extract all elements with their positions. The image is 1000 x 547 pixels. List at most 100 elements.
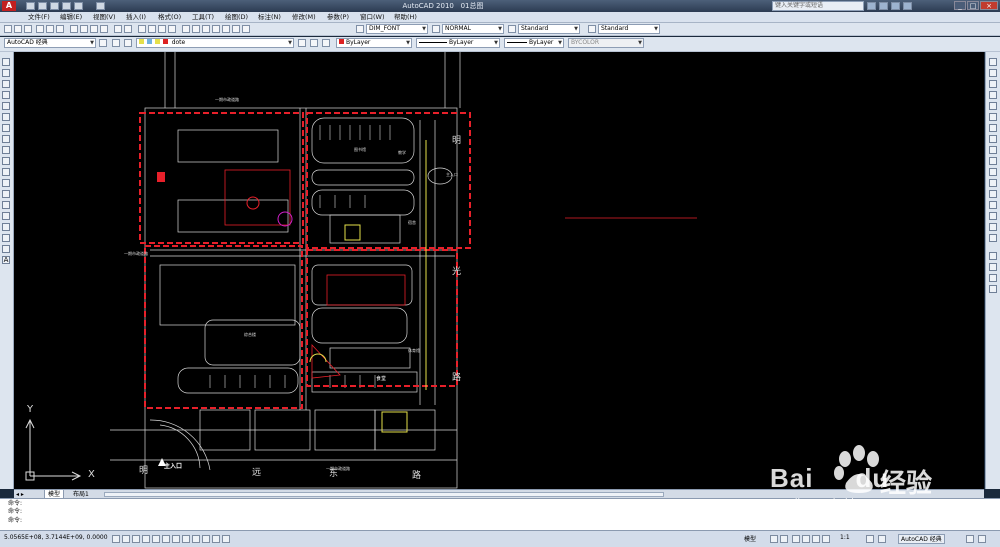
quick-view-drawings-button[interactable] <box>780 535 788 543</box>
menu-format[interactable]: 格式(O) <box>158 12 181 22</box>
autocad-logo-icon[interactable]: A <box>2 1 16 11</box>
text-style-select[interactable]: DIM_FONT ▼ <box>366 24 428 34</box>
region-icon[interactable] <box>2 234 10 242</box>
infer-constraints-button[interactable] <box>112 535 120 543</box>
dynamic-ucs-button[interactable] <box>182 535 190 543</box>
dim-style-icon[interactable] <box>432 25 440 33</box>
multiline-text-icon[interactable]: A <box>2 256 10 264</box>
polygon-icon[interactable] <box>2 91 10 99</box>
favorites-star-icon[interactable] <box>891 2 900 10</box>
save-icon[interactable] <box>50 2 59 10</box>
circle-icon[interactable] <box>2 124 10 132</box>
object-snap-button[interactable] <box>162 535 170 543</box>
close-button[interactable]: × <box>980 1 998 10</box>
tool-palettes-icon[interactable] <box>202 25 210 33</box>
properties-icon[interactable] <box>182 25 190 33</box>
revision-cloud-icon[interactable] <box>2 135 10 143</box>
move-icon[interactable] <box>989 113 997 121</box>
menu-help[interactable]: 帮助(H) <box>394 12 417 22</box>
auto-scale-button[interactable] <box>878 535 886 543</box>
selection-cycling-button[interactable] <box>222 535 230 543</box>
layer-properties-icon[interactable] <box>112 39 120 47</box>
design-center-icon[interactable] <box>192 25 200 33</box>
fillet-icon[interactable] <box>989 223 997 231</box>
snap-mode-button[interactable] <box>122 535 130 543</box>
quick-properties-button[interactable] <box>212 535 220 543</box>
menu-edit[interactable]: 编辑(E) <box>60 12 82 22</box>
annotation-visibility-button[interactable] <box>866 535 874 543</box>
menu-view[interactable]: 视图(V) <box>93 12 116 22</box>
spline-icon[interactable] <box>2 146 10 154</box>
layer-off-icon[interactable] <box>989 274 997 282</box>
workspace-switching-button[interactable]: AutoCAD 经典 <box>898 534 945 544</box>
ortho-mode-button[interactable] <box>142 535 150 543</box>
insert-block-icon[interactable] <box>2 179 10 187</box>
redo-icon[interactable] <box>124 25 132 33</box>
array-icon[interactable] <box>989 102 997 110</box>
scale-icon[interactable] <box>989 135 997 143</box>
command-prompt[interactable]: 命令: <box>8 517 22 525</box>
hatch-icon[interactable] <box>2 212 10 220</box>
offset-icon[interactable] <box>989 91 997 99</box>
save-icon[interactable] <box>24 25 32 33</box>
make-object-layer-current-icon[interactable] <box>298 39 306 47</box>
maximize-button[interactable]: □ <box>967 1 979 10</box>
text-style-icon[interactable] <box>356 25 364 33</box>
menu-file[interactable]: 文件(F) <box>28 12 50 22</box>
menu-insert[interactable]: 插入(I) <box>126 12 146 22</box>
lineweight-select[interactable]: ByLayer ▼ <box>504 38 564 48</box>
annotation-scale[interactable]: 1:1 <box>840 534 850 541</box>
ellipse-arc-icon[interactable] <box>2 168 10 176</box>
break-at-point-icon[interactable] <box>989 179 997 187</box>
paste-icon[interactable] <box>90 25 98 33</box>
line-icon[interactable] <box>2 58 10 66</box>
zoom-previous-icon[interactable] <box>168 25 176 33</box>
multileader-style-select[interactable]: Standard ▼ <box>598 24 660 34</box>
help-search-input[interactable]: 键入关键字或短语 <box>772 1 864 11</box>
lock-ui-button[interactable] <box>966 535 974 543</box>
extend-icon[interactable] <box>989 168 997 176</box>
showmotion-button[interactable] <box>822 535 830 543</box>
layer-states-icon[interactable] <box>322 39 330 47</box>
plot-icon[interactable] <box>36 25 44 33</box>
table-style-icon[interactable] <box>508 25 516 33</box>
make-block-icon[interactable] <box>2 190 10 198</box>
layer-freeze-icon[interactable] <box>989 285 997 293</box>
layer-tool-icon[interactable] <box>989 252 997 260</box>
explode-icon[interactable] <box>989 234 997 242</box>
open-file-icon[interactable] <box>38 2 47 10</box>
plot-preview-icon[interactable] <box>46 25 54 33</box>
drawing-canvas[interactable]: 一期市政道路 一期市政道路 主入口 主入口 一期市政道路 明 远 东 路 明 光… <box>14 52 984 489</box>
cut-icon[interactable] <box>70 25 78 33</box>
dim-style-select[interactable]: NORMAL ▼ <box>442 24 504 34</box>
redo-icon[interactable] <box>74 2 83 10</box>
rotate-icon[interactable] <box>989 124 997 132</box>
zoom-button[interactable] <box>802 535 810 543</box>
polyline-icon[interactable] <box>2 80 10 88</box>
help-icon[interactable] <box>903 2 912 10</box>
linetype-select[interactable]: ByLayer ▼ <box>416 38 500 48</box>
publish-icon[interactable] <box>56 25 64 33</box>
gradient-icon[interactable] <box>2 223 10 231</box>
steering-wheel-button[interactable] <box>812 535 820 543</box>
color-select[interactable]: ByLayer ▼ <box>336 38 412 48</box>
open-icon[interactable] <box>14 25 22 33</box>
construction-line-icon[interactable] <box>2 69 10 77</box>
pan-icon[interactable] <box>138 25 146 33</box>
stretch-icon[interactable] <box>989 146 997 154</box>
ellipse-icon[interactable] <box>2 157 10 165</box>
chamfer-icon[interactable] <box>989 212 997 220</box>
erase-icon[interactable] <box>989 58 997 66</box>
markup-icon[interactable] <box>222 25 230 33</box>
lightbulb-icon[interactable] <box>124 39 132 47</box>
table-icon[interactable] <box>2 245 10 253</box>
copy-icon[interactable] <box>80 25 88 33</box>
lineweight-button[interactable] <box>202 535 210 543</box>
plot-style-select[interactable]: BYCOLOR ▼ <box>568 38 644 48</box>
arc-icon[interactable] <box>2 113 10 121</box>
layer-iso-icon[interactable] <box>989 263 997 271</box>
model-space-label[interactable]: 模型 <box>744 534 756 543</box>
layer-select[interactable]: dote ▼ <box>136 38 294 48</box>
menu-dimension[interactable]: 标注(N) <box>258 12 281 22</box>
menu-tools[interactable]: 工具(T) <box>192 12 214 22</box>
